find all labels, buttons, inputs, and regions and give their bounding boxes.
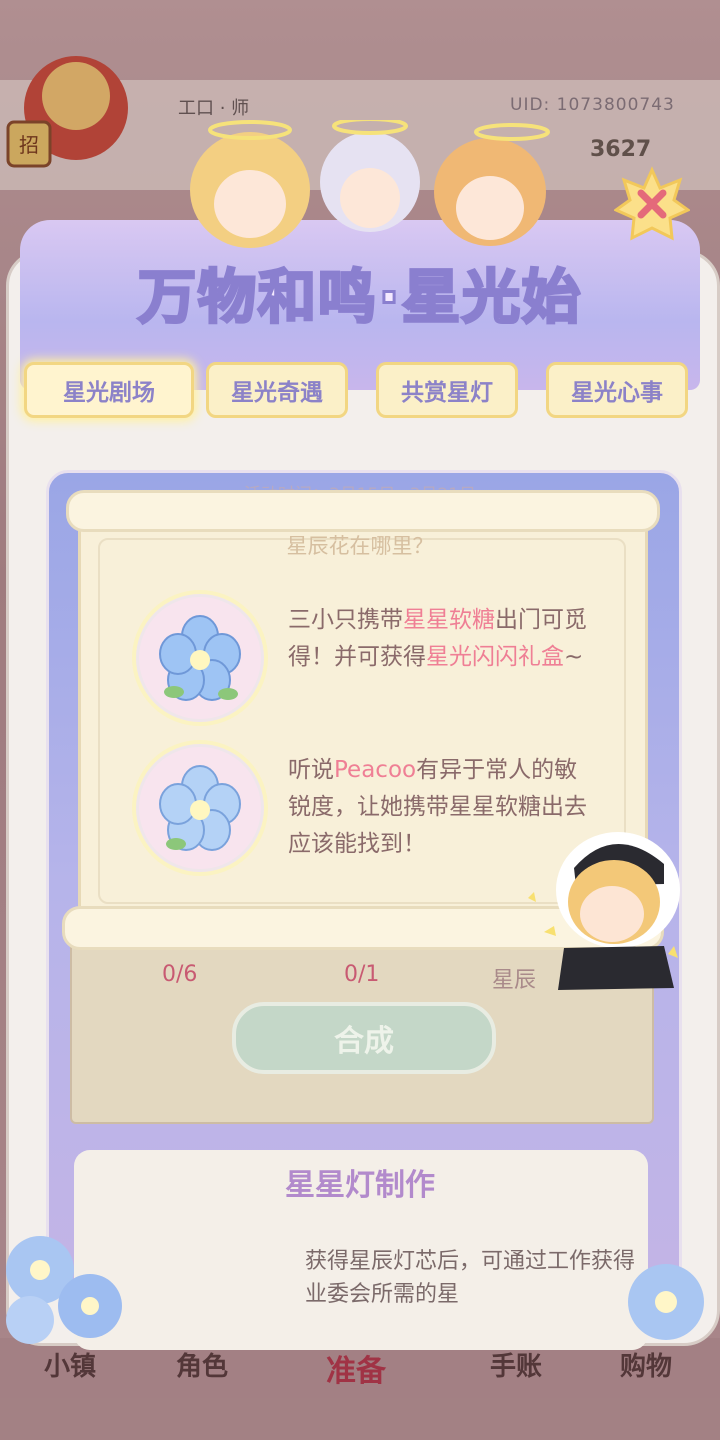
highlight-gift-box: 星光闪闪礼盒 bbox=[426, 644, 564, 670]
material-count-1: 0/6 bbox=[162, 962, 198, 987]
flower-decoration-right-icon bbox=[628, 1264, 704, 1340]
highlight-star-candy: 星星软糖 bbox=[403, 607, 495, 633]
close-icon[interactable] bbox=[614, 166, 690, 242]
peacoo-character-icon bbox=[528, 832, 680, 990]
tab-starlight-heart[interactable]: 星光心事 bbox=[546, 362, 688, 418]
highlight-peacoo: Peacoo bbox=[334, 757, 417, 783]
material-count-2: 0/1 bbox=[344, 962, 380, 987]
hint-text-1: 三小只携带星星软糖出门可觅得！并可获得星光闪闪礼盒~ bbox=[288, 607, 587, 670]
popup-scroll-top-rod bbox=[66, 490, 660, 532]
synthesize-button[interactable]: 合成 bbox=[232, 1002, 496, 1074]
flower-decoration-icon bbox=[6, 1236, 122, 1344]
angel-characters-icon bbox=[190, 120, 550, 248]
event-title: 万物和鸣·星光始 bbox=[136, 262, 583, 333]
popup-title: 星辰花在哪里？ bbox=[286, 534, 434, 558]
lamp-description: 获得星辰灯芯后，可通过工作获得业委会所需的星 bbox=[305, 1249, 636, 1307]
star-flower-icon bbox=[159, 765, 241, 851]
tab-starlight-encounter[interactable]: 星光奇遇 bbox=[206, 362, 348, 418]
tab-starlight-theater[interactable]: 星光剧场 bbox=[24, 362, 194, 418]
flower-badge-1 bbox=[132, 590, 268, 726]
tab-shared-lanterns[interactable]: 共赏星灯 bbox=[376, 362, 518, 418]
lamp-title: 星星灯制作 bbox=[285, 1168, 435, 1203]
flower-badge-2 bbox=[132, 740, 268, 876]
star-flower-icon bbox=[159, 615, 241, 701]
